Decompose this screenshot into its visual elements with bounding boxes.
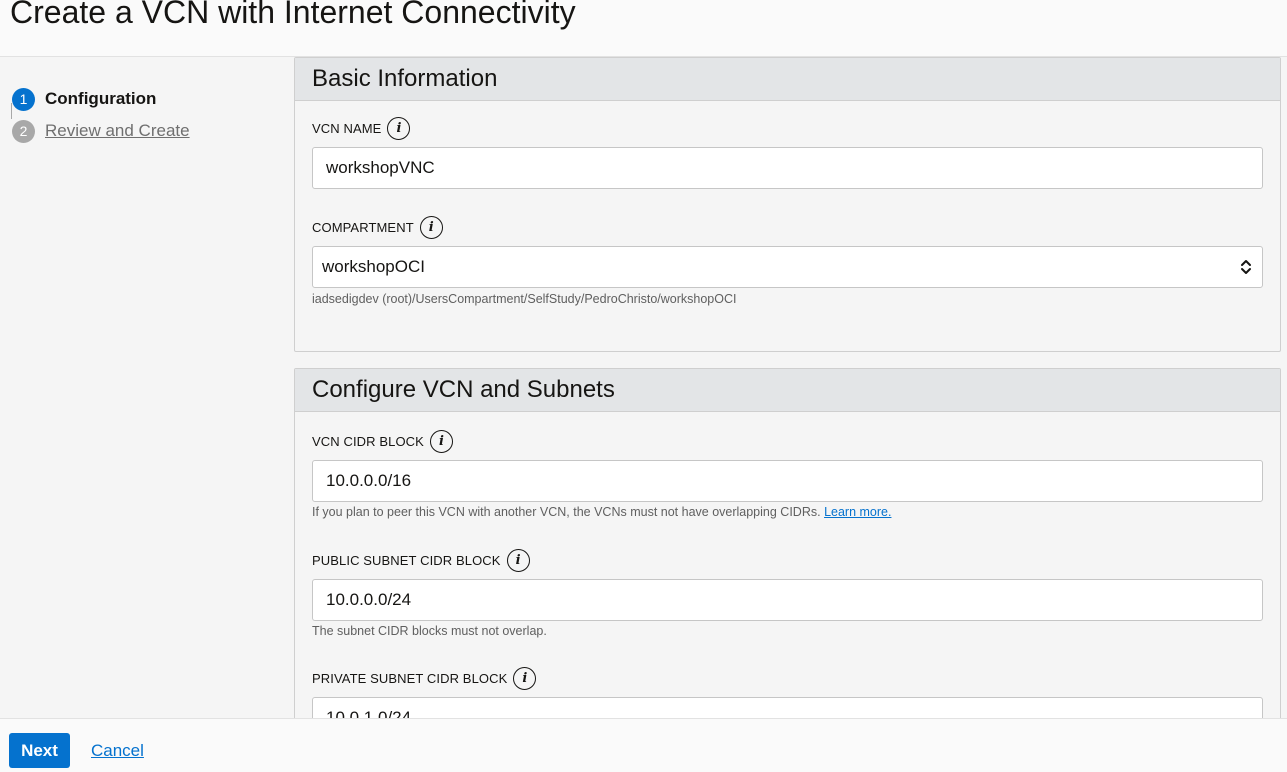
public-subnet-label-row: PUBLIC SUBNET CIDR BLOCK i <box>312 549 530 572</box>
public-subnet-cidr-input[interactable] <box>312 579 1263 621</box>
compartment-path: iadsedigdev (root)/UsersCompartment/Self… <box>312 292 737 306</box>
vcn-cidr-label: VCN CIDR BLOCK <box>312 434 424 449</box>
compartment-label-row: COMPARTMENT i <box>312 216 443 239</box>
vcn-cidr-help-text: If you plan to peer this VCN with anothe… <box>312 505 821 519</box>
cancel-link[interactable]: Cancel <box>91 741 144 761</box>
step-review-and-create[interactable]: 2 Review and Create <box>12 115 282 147</box>
info-icon[interactable]: i <box>506 549 530 572</box>
info-icon[interactable]: i <box>429 430 453 453</box>
info-icon[interactable]: i <box>387 117 411 140</box>
info-icon[interactable]: i <box>513 667 537 690</box>
vcn-cidr-input[interactable] <box>312 460 1263 502</box>
info-icon[interactable]: i <box>419 216 443 239</box>
footer-bar: Next Cancel <box>0 718 1287 772</box>
wizard-steps: 1 Configuration 2 Review and Create <box>12 83 282 147</box>
step-number-badge: 2 <box>12 119 35 143</box>
private-subnet-cidr-input[interactable] <box>312 697 1263 718</box>
private-subnet-label: PRIVATE SUBNET CIDR BLOCK <box>312 671 508 686</box>
compartment-label: COMPARTMENT <box>312 220 414 235</box>
basic-information-panel: Basic Information VCN NAME i COMPARTMENT… <box>294 57 1281 352</box>
vcn-name-input[interactable] <box>312 147 1263 189</box>
step-number-badge: 1 <box>12 87 35 111</box>
panel-title: Basic Information <box>312 65 498 92</box>
scroll-area: Configure VCN and Subnets VCN CIDR BLOCK… <box>294 368 1287 718</box>
select-arrows-icon <box>1241 260 1251 274</box>
learn-more-link[interactable]: Learn more. <box>824 505 891 519</box>
vcn-name-label: VCN NAME <box>312 121 382 136</box>
private-subnet-label-row: PRIVATE SUBNET CIDR BLOCK i <box>312 667 537 690</box>
configure-vcn-panel: Configure VCN and Subnets VCN CIDR BLOCK… <box>294 368 1281 718</box>
vcn-name-label-row: VCN NAME i <box>312 117 411 140</box>
step-configuration: 1 Configuration <box>12 83 282 115</box>
panel-header: Basic Information <box>295 58 1280 101</box>
public-subnet-help: The subnet CIDR blocks must not overlap. <box>312 624 547 638</box>
vcn-cidr-help: If you plan to peer this VCN with anothe… <box>312 505 891 519</box>
panel-title: Configure VCN and Subnets <box>312 376 615 403</box>
step-link-review-and-create[interactable]: Review and Create <box>45 121 190 141</box>
page-title: Create a VCN with Internet Connectivity <box>10 0 576 30</box>
compartment-select-value: workshopOCI <box>322 257 425 276</box>
next-button[interactable]: Next <box>9 733 70 768</box>
compartment-select[interactable]: workshopOCI <box>312 246 1263 288</box>
step-label-configuration: Configuration <box>45 89 157 108</box>
public-subnet-label: PUBLIC SUBNET CIDR BLOCK <box>312 553 501 568</box>
panel-header: Configure VCN and Subnets <box>295 369 1280 412</box>
page-header: Create a VCN with Internet Connectivity <box>0 0 1287 57</box>
vcn-cidr-label-row: VCN CIDR BLOCK i <box>312 430 453 453</box>
